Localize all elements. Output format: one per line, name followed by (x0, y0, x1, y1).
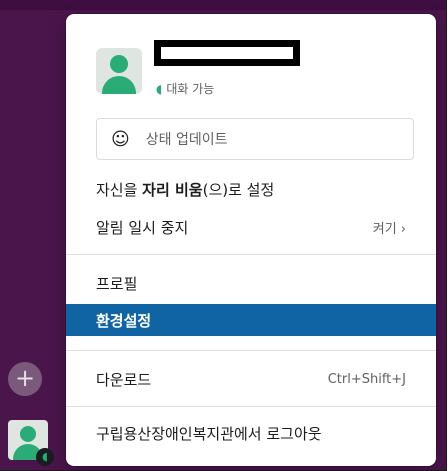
divider (66, 254, 436, 255)
avatar-head-icon (110, 55, 128, 73)
download-menu-item[interactable]: 다운로드 Ctrl+Shift+J (66, 364, 436, 394)
status-placeholder: 상태 업데이트 (145, 132, 228, 148)
pause-notifications-hint: 켜기 › (372, 221, 406, 237)
user-menu-popup: ◖ 대화 가능 ☺ 상태 업데이트 자신을 자리 비움(으)로 설정 알림 일시… (66, 14, 436, 466)
set-away-menu-item[interactable]: 자신을 자리 비움(으)로 설정 (66, 174, 436, 204)
download-shortcut: Ctrl+Shift+J (327, 371, 406, 387)
profile-label: 프로필 (96, 274, 138, 293)
set-away-label: 자신을 자리 비움(으)로 설정 (96, 180, 275, 199)
preferences-label: 환경설정 (96, 311, 152, 330)
divider (66, 406, 436, 407)
download-label: 다운로드 (96, 370, 152, 389)
profile-menu-item[interactable]: 프로필 (66, 268, 436, 298)
user-avatar[interactable] (96, 48, 142, 94)
pause-notifications-menu-item[interactable]: 알림 일시 중지 켜기 › (66, 212, 436, 242)
pause-notifications-label: 알림 일시 중지 (96, 218, 189, 237)
preferences-menu-item[interactable]: 환경설정 (66, 304, 436, 336)
sign-out-label: 구립용산장애인복지관에서 로그아웃 (96, 424, 322, 443)
presence-badge-icon: ◖ (36, 448, 54, 466)
sign-out-menu-item[interactable]: 구립용산장애인복지관에서 로그아웃 (66, 418, 436, 448)
add-workspace-button[interactable]: + (8, 362, 42, 396)
update-status-field[interactable]: ☺ 상태 업데이트 (96, 118, 414, 160)
smiley-icon: ☺ (111, 128, 130, 150)
redacted-user-name (154, 40, 300, 66)
presence-label: 대화 가능 (166, 82, 215, 96)
presence-status: ◖ 대화 가능 (156, 80, 214, 97)
user-header: ◖ 대화 가능 (96, 40, 416, 110)
divider (66, 350, 436, 351)
active-presence-icon: ◖ (156, 81, 163, 96)
avatar-shoulders-icon (102, 76, 136, 94)
sidebar-top-strip (0, 0, 446, 10)
avatar-head-icon (20, 426, 36, 442)
